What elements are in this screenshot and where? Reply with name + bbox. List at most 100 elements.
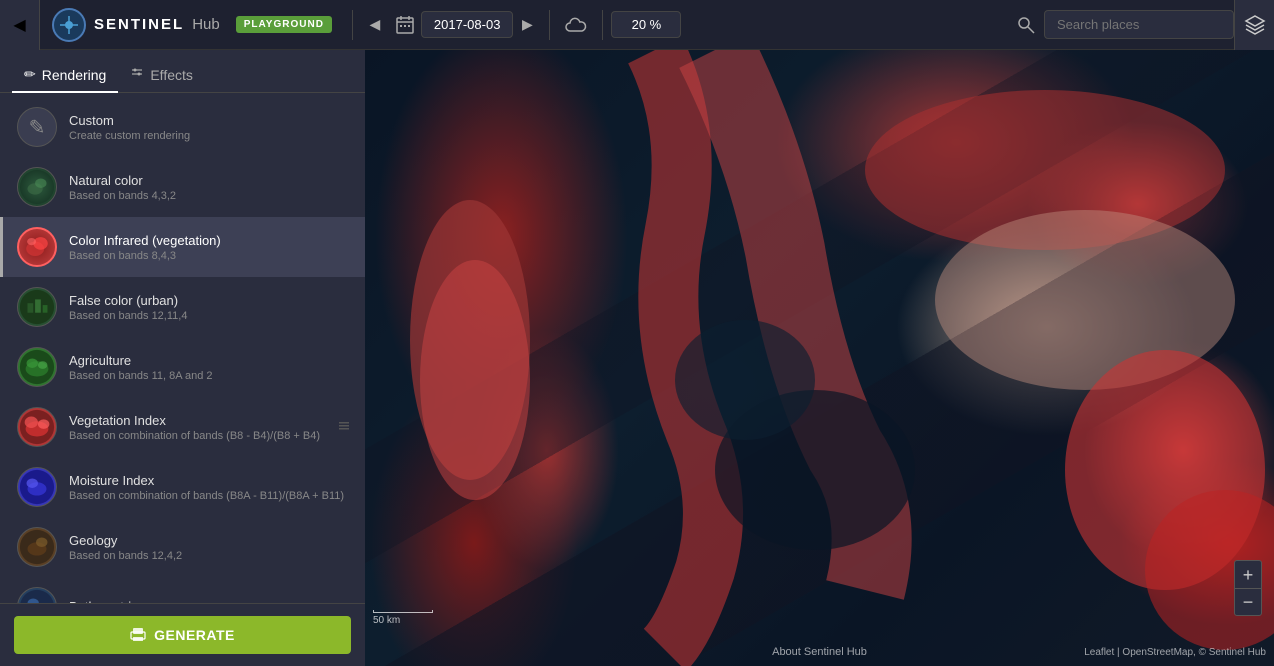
item-name: Moisture Index	[69, 473, 351, 488]
search-icon	[1017, 16, 1035, 34]
item-desc: Based on combination of bands (B8A - B11…	[69, 490, 351, 502]
natural-thumb-svg	[18, 167, 56, 207]
item-desc: Based on bands 4,3,2	[69, 190, 351, 202]
generate-bar: GENERATE	[0, 603, 365, 666]
calendar-button[interactable]	[389, 9, 421, 41]
scale-line	[373, 610, 433, 613]
next-date-button[interactable]: ▶	[513, 11, 541, 39]
calendar-icon	[395, 15, 415, 35]
drag-handle[interactable]	[337, 419, 351, 436]
app-name: SENTINEL	[94, 16, 184, 33]
map-background: + − 50 km About Sentinel Hub Leaflet | O…	[365, 50, 1274, 666]
item-thumbnail	[17, 587, 57, 603]
back-button[interactable]: ◀	[0, 0, 40, 50]
list-item[interactable]: Moisture Index Based on combination of b…	[0, 457, 365, 517]
item-info: Agriculture Based on bands 11, 8A and 2	[69, 353, 351, 382]
divider-3	[602, 10, 603, 40]
cloud-button[interactable]	[558, 7, 594, 43]
item-name: Color Infrared (vegetation)	[69, 233, 351, 248]
list-item-color-ir[interactable]: Color Infrared (vegetation) Based on ban…	[0, 217, 365, 277]
item-thumbnail	[17, 167, 57, 207]
zoom-controls: + −	[1234, 560, 1262, 616]
rendering-tab-label: Rendering	[42, 67, 107, 83]
date-display[interactable]: 2017-08-03	[421, 11, 514, 38]
search-input[interactable]	[1044, 10, 1234, 39]
zoom-in-button[interactable]: +	[1234, 560, 1262, 588]
tab-rendering[interactable]: ✏ Rendering	[12, 58, 118, 93]
list-item[interactable]: Agriculture Based on bands 11, 8A and 2	[0, 337, 365, 397]
false-urban-thumb-svg	[18, 287, 56, 327]
divider-1	[352, 10, 353, 40]
item-desc: Based on bands 12,11,4	[69, 310, 351, 322]
satellite-icon	[59, 15, 79, 35]
item-desc: Create custom rendering	[69, 130, 351, 142]
bathymetric-thumb-svg	[18, 587, 56, 603]
item-info: Moisture Index Based on combination of b…	[69, 473, 351, 502]
scale-bar: 50 km	[373, 610, 433, 626]
logo-area: SENTINEL Hub PLAYGROUND	[40, 8, 344, 42]
print-icon	[130, 627, 146, 643]
back-icon: ◀	[13, 15, 25, 35]
item-thumbnail: ✎	[17, 107, 57, 147]
item-thumbnail	[17, 467, 57, 507]
cloud-icon	[565, 17, 587, 33]
tabs-row: ✏ Rendering Effects	[0, 50, 365, 93]
search-button[interactable]	[1008, 7, 1044, 43]
prev-date-button[interactable]: ◀	[361, 11, 389, 39]
app-header: ◀ SENTINEL Hub PLAYGROUND ◀ 2017-08-0	[0, 0, 1274, 50]
item-info: Geology Based on bands 12,4,2	[69, 533, 351, 562]
list-item[interactable]: ✎ Custom Create custom rendering	[0, 97, 365, 157]
item-info: Custom Create custom rendering	[69, 113, 351, 142]
sidebar: ✏ Rendering Effects ✎ Custom Cr	[0, 50, 365, 666]
list-item[interactable]: Bathymetric	[0, 577, 365, 603]
item-name: Vegetation Index	[69, 413, 325, 428]
pencil-icon: ✏	[24, 66, 36, 83]
generate-button[interactable]: GENERATE	[14, 616, 351, 654]
list-item[interactable]: Vegetation Index Based on combination of…	[0, 397, 365, 457]
layers-button[interactable]	[1234, 0, 1274, 50]
list-item[interactable]: False color (urban) Based on bands 12,11…	[0, 277, 365, 337]
item-name: False color (urban)	[69, 293, 351, 308]
app-subtitle: Hub	[192, 16, 220, 33]
item-desc: Based on combination of bands (B8 - B4)/…	[69, 430, 325, 442]
map-area[interactable]: + − 50 km About Sentinel Hub Leaflet | O…	[365, 50, 1274, 666]
divider-2	[549, 10, 550, 40]
map-stripe-overlay	[365, 50, 1274, 666]
item-desc: Based on bands 8,4,3	[69, 250, 351, 262]
item-info: Color Infrared (vegetation) Based on ban…	[69, 233, 351, 262]
zoom-out-button[interactable]: −	[1234, 588, 1262, 616]
color-ir-thumb-svg	[19, 227, 55, 267]
custom-icon: ✎	[29, 115, 46, 140]
item-thumbnail	[17, 287, 57, 327]
list-item[interactable]: Geology Based on bands 12,4,2	[0, 517, 365, 577]
scale-label: 50 km	[373, 615, 400, 626]
item-thumbnail	[17, 227, 57, 267]
item-name: Custom	[69, 113, 351, 128]
geology-thumb-svg	[18, 527, 56, 567]
layers-icon	[1244, 14, 1266, 36]
item-name: Geology	[69, 533, 351, 548]
moisture-thumb-svg	[18, 467, 56, 507]
item-thumbnail	[17, 407, 57, 447]
agriculture-thumb-svg	[18, 347, 56, 387]
generate-label: GENERATE	[154, 627, 235, 643]
list-item[interactable]: Natural color Based on bands 4,3,2	[0, 157, 365, 217]
item-name: Agriculture	[69, 353, 351, 368]
vegetation-thumb-svg	[18, 407, 56, 447]
effects-tab-label: Effects	[150, 67, 193, 83]
item-desc: Based on bands 11, 8A and 2	[69, 370, 351, 382]
render-list: ✎ Custom Create custom rendering	[0, 93, 365, 603]
item-info: Natural color Based on bands 4,3,2	[69, 173, 351, 202]
item-thumbnail	[17, 527, 57, 567]
map-attribution: Leaflet | OpenStreetMap, © Sentinel Hub	[1084, 647, 1266, 658]
sliders-icon	[130, 66, 144, 83]
item-desc: Based on bands 12,4,2	[69, 550, 351, 562]
tab-effects[interactable]: Effects	[118, 58, 205, 93]
zoom-display[interactable]: 20 %	[611, 11, 681, 38]
item-info: Vegetation Index Based on combination of…	[69, 413, 325, 442]
logo-icon	[52, 8, 86, 42]
about-link[interactable]: About Sentinel Hub	[772, 646, 867, 658]
item-info: False color (urban) Based on bands 12,11…	[69, 293, 351, 322]
item-name: Natural color	[69, 173, 351, 188]
playground-badge: PLAYGROUND	[236, 16, 332, 33]
